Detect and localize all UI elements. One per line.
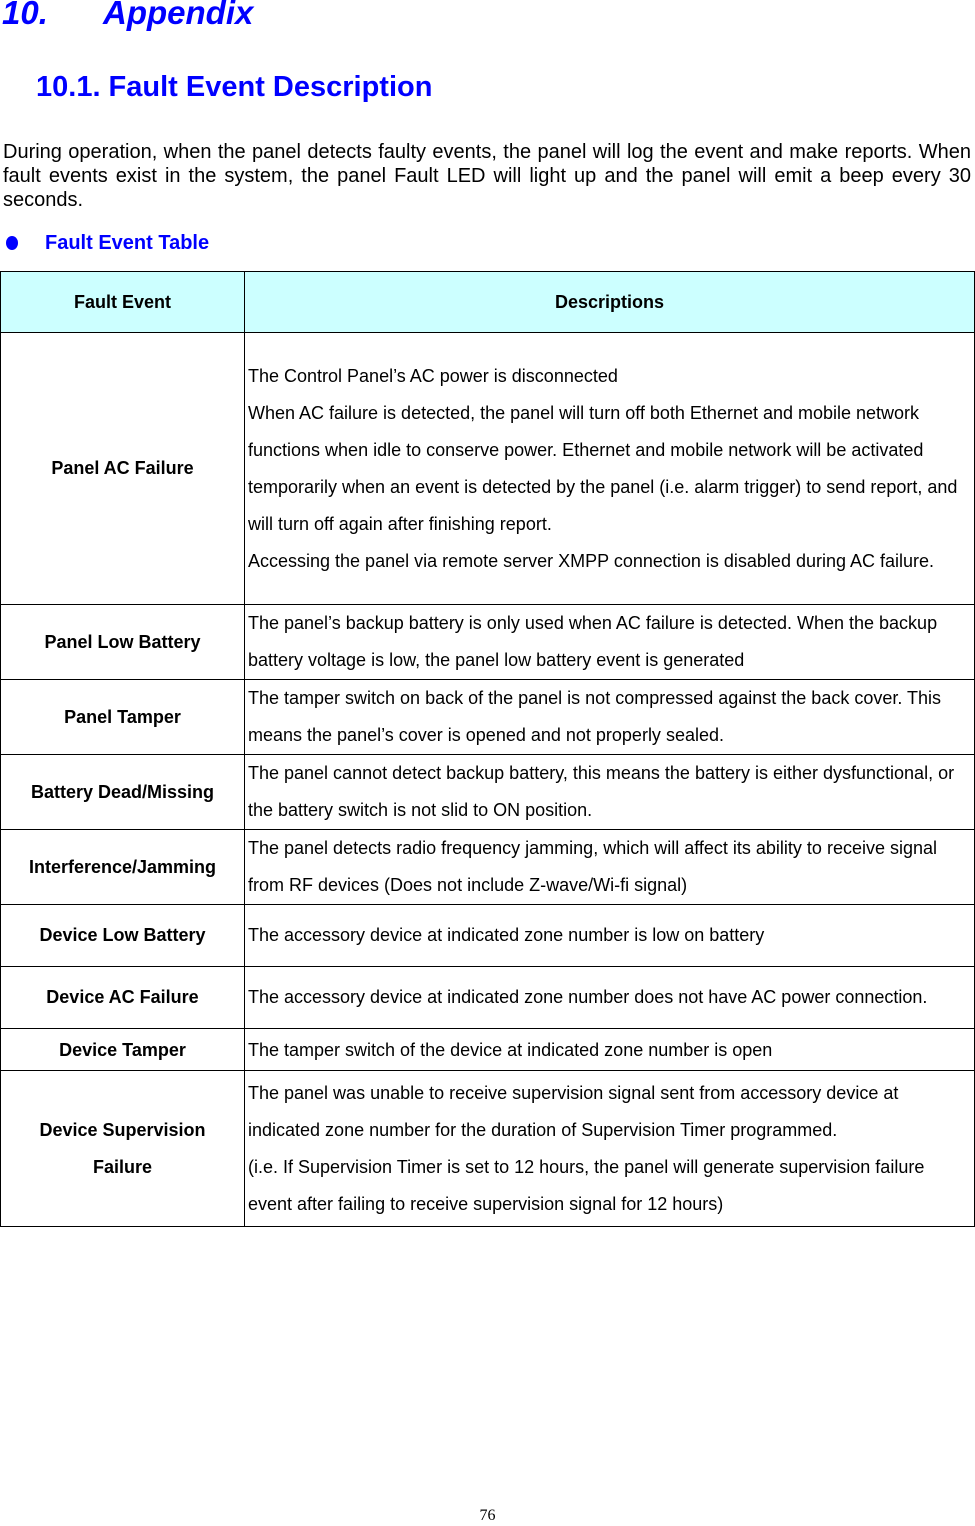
description-text: Accessing the panel via remote server XM… xyxy=(248,550,935,571)
table-row: Device Supervision Failure The panel was … xyxy=(0,1070,975,1227)
description-cell: The accessory device at indicated zone n… xyxy=(244,966,975,1029)
fault-event-cell: Panel AC Failure xyxy=(0,332,245,605)
table-row: Device Tamper The tamper switch of the de… xyxy=(0,1028,975,1071)
table-row: Battery Dead/Missing The panel cannot det… xyxy=(0,754,975,830)
table-row: Device Low Battery The accessory device a… xyxy=(0,904,975,967)
chapter-title: Appendix xyxy=(103,0,254,31)
table-row: Panel Tamper The tamper switch on back of… xyxy=(0,679,975,755)
description-text: The panel detects radio frequency jammin… xyxy=(248,838,938,895)
bullet-dot-icon xyxy=(6,236,18,250)
description-text: The tamper switch on back of the panel i… xyxy=(248,688,942,745)
column-header-fault-event: Fault Event xyxy=(0,271,245,333)
fault-event-cell: Device AC Failure xyxy=(0,966,245,1029)
description-cell: The panel detects radio frequency jammin… xyxy=(244,829,975,905)
description-cell: The panel was unable to receive supervis… xyxy=(244,1070,975,1227)
description-text: The Control Panel’s AC power is disconne… xyxy=(248,365,618,386)
chapter-number: 10. xyxy=(2,0,48,31)
fault-event-cell: Device Supervision Failure xyxy=(0,1070,245,1227)
bullet-label: Fault Event Table xyxy=(45,232,210,254)
description-text: The panel was unable to receive supervis… xyxy=(248,1082,899,1140)
intro-paragraph: During operation, when the panel detects… xyxy=(3,141,971,211)
fault-event-cell: Device Tamper xyxy=(0,1028,245,1071)
fault-event-table: Fault Event Descriptions Panel AC Failur… xyxy=(0,271,975,1227)
fault-event-table-bullet: Fault Event Table xyxy=(6,232,209,255)
description-cell: The accessory device at indicated zone n… xyxy=(244,904,975,967)
fault-event-cell: Interference/Jamming xyxy=(0,829,245,905)
description-text: The accessory device at indicated zone n… xyxy=(248,925,765,945)
table-row: Interference/Jamming The panel detects ra… xyxy=(0,829,975,905)
fault-event-cell: Panel Low Battery xyxy=(0,604,245,680)
description-text: The accessory device at indicated zone n… xyxy=(248,987,928,1007)
fault-event-cell: Panel Tamper xyxy=(0,679,245,755)
description-cell: The Control Panel’s AC power is disconne… xyxy=(244,332,975,605)
chapter-heading: 10. Appendix xyxy=(2,0,253,32)
section-heading: 10.1. Fault Event Description xyxy=(36,71,433,103)
description-text: The panel’s backup battery is only used … xyxy=(248,613,938,670)
table-row: Panel AC Failure The Control Panel’s AC p… xyxy=(0,332,975,605)
description-cell: The panel’s backup battery is only used … xyxy=(244,604,975,680)
table-body: Panel AC Failure The Control Panel’s AC p… xyxy=(0,332,975,1227)
description-text: The panel cannot detect backup battery, … xyxy=(248,763,955,820)
description-text: When AC failure is detected, the panel w… xyxy=(248,402,958,534)
fault-event-cell: Battery Dead/Missing xyxy=(0,754,245,830)
column-header-descriptions: Descriptions xyxy=(244,271,975,333)
table-row: Device AC Failure The accessory device at… xyxy=(0,966,975,1029)
table-header-row: Fault Event Descriptions xyxy=(0,271,975,333)
description-text: The tamper switch of the device at indic… xyxy=(248,1039,773,1060)
description-cell: The tamper switch of the device at indic… xyxy=(244,1028,975,1071)
description-cell: The tamper switch on back of the panel i… xyxy=(244,679,975,755)
page-number: 76 xyxy=(479,1507,496,1524)
table-row: Panel Low Battery The panel’s backup batt… xyxy=(0,604,975,680)
fault-event-cell: Device Low Battery xyxy=(0,904,245,967)
description-text: (i.e. If Supervision Timer is set to 12 … xyxy=(248,1156,925,1214)
description-cell: The panel cannot detect backup battery, … xyxy=(244,754,975,830)
